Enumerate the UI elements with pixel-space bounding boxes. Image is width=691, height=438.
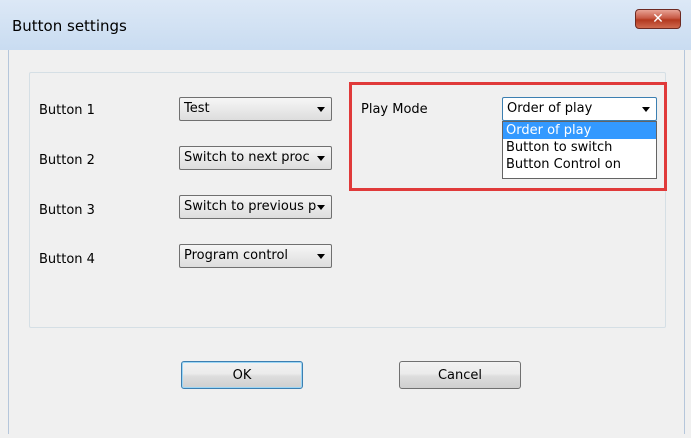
- button-4-label: Button 4: [39, 252, 95, 267]
- play-mode-value: Order of play: [507, 101, 593, 116]
- button-4-value: Program control: [184, 248, 289, 263]
- play-mode-select[interactable]: Order of play: [502, 97, 657, 121]
- play-mode-dropdown-list: Order of play Button to switch Button Co…: [502, 121, 657, 179]
- button-2-value: Switch to next proc: [184, 150, 310, 165]
- title-bar[interactable]: Button settings ✕: [0, 0, 691, 50]
- button-3-value: Switch to previous p: [184, 199, 317, 214]
- play-mode-option-order-of-play[interactable]: Order of play: [503, 122, 656, 139]
- button-2-label: Button 2: [39, 153, 95, 168]
- chevron-down-icon: [317, 107, 325, 112]
- play-mode-label: Play Mode: [361, 102, 428, 117]
- button-4-select[interactable]: Program control: [179, 244, 332, 268]
- close-icon: ✕: [652, 11, 664, 27]
- button-3-select[interactable]: Switch to previous p: [179, 195, 332, 219]
- chevron-down-icon: [317, 205, 325, 210]
- play-mode-option-button-control-on[interactable]: Button Control on: [503, 156, 656, 173]
- play-mode-option-button-to-switch[interactable]: Button to switch: [503, 139, 656, 156]
- button-2-select[interactable]: Switch to next proc: [179, 146, 332, 170]
- cancel-button[interactable]: Cancel: [399, 361, 521, 389]
- chevron-down-icon: [317, 254, 325, 259]
- button-1-select[interactable]: Test: [179, 97, 332, 121]
- button-1-label: Button 1: [39, 103, 95, 118]
- button-1-value: Test: [184, 101, 210, 116]
- button-3-label: Button 3: [39, 203, 95, 218]
- dialog-client-area: Button 1 Test Button 2 Switch to next pr…: [8, 50, 685, 434]
- ok-button[interactable]: OK: [181, 361, 303, 389]
- dialog-window: Button settings ✕ Button 1 Test Button 2…: [0, 0, 691, 438]
- dialog-title: Button settings: [12, 17, 127, 35]
- close-button[interactable]: ✕: [635, 9, 681, 29]
- chevron-down-icon: [317, 156, 325, 161]
- chevron-down-icon: [642, 107, 650, 112]
